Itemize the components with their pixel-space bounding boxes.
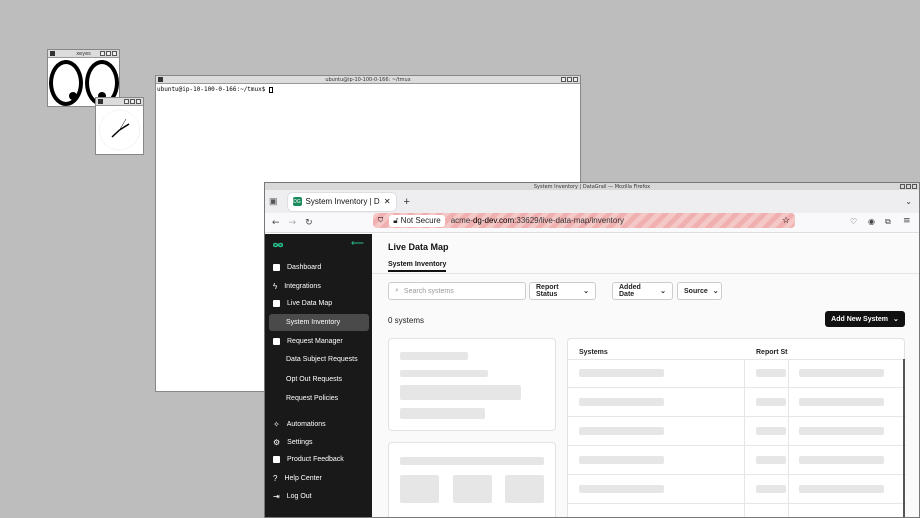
left-eye xyxy=(49,60,83,106)
minimize-icon[interactable] xyxy=(561,77,566,82)
collapse-sidebar-icon[interactable]: ⟵ xyxy=(351,238,364,249)
pocket-icon[interactable]: ♡ xyxy=(850,217,857,226)
skeleton-card xyxy=(388,442,556,517)
scrollbar[interactable] xyxy=(903,359,905,517)
not-secure-badge[interactable]: 🔓︎ Not Secure xyxy=(389,214,445,227)
tab-bar: ▣ DG System Inventory | Data ✕ + ⌄ xyxy=(265,190,919,213)
tab-system-inventory[interactable]: DG System Inventory | Data ✕ xyxy=(287,192,396,211)
sidebar-item-opt-out-requests[interactable]: Opt Out Requests xyxy=(286,376,342,383)
close-icon[interactable] xyxy=(573,77,578,82)
minimize-icon[interactable] xyxy=(900,184,905,189)
maximize-icon[interactable] xyxy=(130,99,135,104)
xeyes-titlebar[interactable]: xeyes xyxy=(48,50,119,58)
maximize-icon[interactable] xyxy=(567,77,572,82)
close-icon[interactable] xyxy=(136,99,141,104)
logout-icon: ⇥ xyxy=(273,492,280,501)
window-menu-icon[interactable] xyxy=(98,99,103,104)
systems-table: Systems Report St xyxy=(567,338,906,517)
terminal-output[interactable]: ubuntu@ip-10-100-0-166:~/tmux$ xyxy=(156,84,580,95)
minimize-icon[interactable] xyxy=(124,99,129,104)
list-tabs-icon[interactable]: ⌄ xyxy=(905,197,912,206)
sidebar-item-system-inventory[interactable]: System Inventory xyxy=(286,319,340,326)
column-header-report-status[interactable]: Report St xyxy=(756,349,788,356)
chevron-down-icon: ⌄ xyxy=(892,316,899,323)
xclock-window[interactable] xyxy=(95,97,144,155)
tab-system-inventory[interactable]: System Inventory xyxy=(388,261,447,272)
firefox-window[interactable]: System Inventory | DataGrail — Mozilla F… xyxy=(264,182,920,518)
search-input[interactable]: ⌕ Search systems xyxy=(388,282,526,300)
sidebar-item-product-feedback[interactable]: Product Feedback xyxy=(273,456,344,463)
menu-icon[interactable]: ≡ xyxy=(903,216,911,226)
sidebar-item-automations[interactable]: ✧ Automations xyxy=(273,420,326,429)
close-icon[interactable] xyxy=(912,184,917,189)
report-status-filter[interactable]: Report Status ⌄ xyxy=(529,282,596,300)
reload-icon[interactable]: ↻ xyxy=(305,218,313,228)
divider xyxy=(372,273,919,274)
app-sidebar: ⟵ Dashboard ϟ Integrations Live Data Map … xyxy=(265,234,372,517)
column-header-systems[interactable]: Systems xyxy=(579,349,608,356)
search-placeholder: Search systems xyxy=(403,287,454,295)
terminal-titlebar[interactable]: ubuntu@ip-10-100-0-166: ~/tmux xyxy=(156,76,580,84)
chevron-down-icon: ⌄ xyxy=(660,288,666,295)
wand-icon: ✧ xyxy=(273,420,280,429)
source-filter[interactable]: Source ⌄ xyxy=(677,282,722,300)
forward-icon[interactable]: → xyxy=(289,218,297,228)
skeleton-card xyxy=(388,338,556,431)
search-icon: ⌕ xyxy=(395,287,399,294)
url-bar[interactable]: ⛉ 🔓︎ Not Secure acme-dg-dev.com:33629/li… xyxy=(373,213,795,228)
sidebar-item-settings[interactable]: ⚙ Settings xyxy=(273,438,312,447)
tab-label: System Inventory | Data xyxy=(305,197,380,206)
close-icon[interactable] xyxy=(112,51,117,56)
sidebar-item-live-data-map[interactable]: Live Data Map xyxy=(273,300,332,307)
firefox-titlebar[interactable]: System Inventory | DataGrail — Mozilla F… xyxy=(265,183,919,190)
added-date-filter[interactable]: Added Date ⌄ xyxy=(612,282,673,300)
window-menu-icon[interactable] xyxy=(158,77,163,82)
minimize-icon[interactable] xyxy=(100,51,105,56)
sidebar-item-dashboard[interactable]: Dashboard xyxy=(273,264,321,271)
sidebar-item-request-policies[interactable]: Request Policies xyxy=(286,395,338,402)
bolt-icon: ϟ xyxy=(273,282,278,291)
datagrail-favicon-icon: DG xyxy=(292,197,302,206)
chevron-down-icon: ⌄ xyxy=(583,288,589,295)
xeyes-title: xeyes xyxy=(76,50,91,57)
url-text: acme-dg-dev.com:33629/live-data-map/inve… xyxy=(450,216,624,225)
tab-overview-icon[interactable]: ▣ xyxy=(269,196,278,207)
sidebar-item-integrations[interactable]: ϟ Integrations xyxy=(273,282,321,291)
sidebar-item-data-subject-requests[interactable]: Data Subject Requests xyxy=(286,356,358,363)
sidebar-item-request-manager[interactable]: Request Manager xyxy=(273,338,343,345)
map-icon xyxy=(273,300,280,307)
bookmark-star-icon[interactable]: ☆ xyxy=(782,215,790,226)
window-title: System Inventory | DataGrail — Mozilla F… xyxy=(533,183,651,190)
account-icon[interactable]: ◉ xyxy=(868,217,875,226)
bar-chart-icon xyxy=(273,264,280,271)
xclock-titlebar[interactable] xyxy=(96,98,143,106)
chevron-down-icon: ⌄ xyxy=(712,288,719,295)
list-icon xyxy=(273,338,280,345)
add-new-system-button[interactable]: Add New System ⌄ xyxy=(825,311,905,327)
maximize-icon[interactable] xyxy=(106,51,111,56)
system-count: 0 systems xyxy=(388,316,425,325)
extensions-icon[interactable]: ⧉ xyxy=(885,217,891,227)
terminal-title: ubuntu@ip-10-100-0-166: ~/tmux xyxy=(325,76,411,83)
page-title: Live Data Map xyxy=(388,242,449,252)
left-pupil xyxy=(69,92,77,100)
gear-icon: ⚙ xyxy=(273,438,281,447)
not-secure-label: Not Secure xyxy=(400,215,441,225)
maximize-icon[interactable] xyxy=(906,184,911,189)
help-icon: ? xyxy=(273,474,278,483)
sidebar-item-log-out[interactable]: ⇥ Log Out xyxy=(273,492,312,501)
tracking-protection-icon[interactable]: ⛉ xyxy=(378,217,383,225)
terminal-prompt: ubuntu@ip-10-100-0-166:~/tmux$ xyxy=(157,86,269,93)
clock-face-icon xyxy=(99,109,140,151)
close-tab-icon[interactable]: ✕ xyxy=(384,197,391,206)
main-content: Live Data Map System Inventory ⌕ Search s… xyxy=(372,234,919,517)
new-tab-icon[interactable]: + xyxy=(404,196,410,208)
datagrail-logo-icon xyxy=(273,242,283,248)
window-menu-icon[interactable] xyxy=(50,51,55,56)
back-icon[interactable]: ← xyxy=(272,218,280,228)
cursor-icon xyxy=(268,86,273,93)
feedback-icon xyxy=(273,456,280,463)
sidebar-item-help-center[interactable]: ? Help Center xyxy=(273,474,322,483)
